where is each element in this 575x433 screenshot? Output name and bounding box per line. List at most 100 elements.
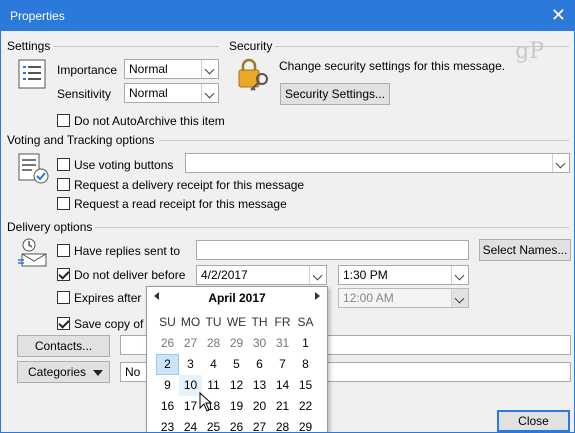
calendar-day[interactable]: 9 <box>156 375 179 396</box>
close-button[interactable]: Close <box>497 410 570 432</box>
calendar-day[interactable]: 23 <box>156 417 179 432</box>
delivery-heading: Delivery options <box>7 220 93 234</box>
calendar-day[interactable]: 3 <box>179 354 202 375</box>
calendar-weekday: FR <box>274 315 291 329</box>
voting-buttons-select[interactable] <box>185 153 570 173</box>
calendar-day[interactable]: 1 <box>294 333 317 354</box>
calendar-month-title: April 2017 <box>208 291 266 305</box>
deliver-before-checkbox[interactable] <box>57 268 70 281</box>
voting-tracking-icon <box>18 153 49 184</box>
use-voting-checkbox[interactable] <box>57 158 70 171</box>
calendar-day[interactable]: 7 <box>271 354 294 375</box>
calendar-weekday: TU <box>205 315 222 329</box>
calendar-day[interactable]: 28 <box>202 333 225 354</box>
calendar-day[interactable]: 4 <box>202 354 225 375</box>
expires-time-value: 12:00 AM <box>343 291 394 305</box>
read-receipt-label: Request a read receipt for this message <box>74 197 287 211</box>
deliver-time-select[interactable]: 1:30 PM <box>338 265 469 285</box>
settings-heading: Settings <box>7 39 51 53</box>
expires-checkbox[interactable] <box>57 291 70 304</box>
date-picker-calendar: April 2017 SU MO TU WE TH FR SA 26 27 28 29 30 31 1 2 3… <box>146 286 328 432</box>
autoarchive-label: Do not AutoArchive this item <box>74 114 225 128</box>
expires-time-select: 12:00 AM <box>338 288 469 308</box>
delivery-receipt-checkbox[interactable] <box>57 178 70 191</box>
replies-input[interactable] <box>196 240 469 260</box>
properties-dialog: Properties ✕ Settings Importance Normal … <box>0 0 575 433</box>
calendar-day[interactable]: 27 <box>179 333 202 354</box>
calendar-day[interactable]: 13 <box>248 375 271 396</box>
chevron-down-icon <box>552 154 569 172</box>
chevron-down-icon <box>451 266 468 284</box>
calendar-weekday: TH <box>251 315 268 329</box>
next-month-icon[interactable] <box>315 292 320 300</box>
chevron-down-icon <box>93 370 103 376</box>
divider <box>53 46 219 47</box>
title-bar: Properties ✕ <box>1 1 574 31</box>
save-copy-checkbox[interactable] <box>57 317 70 330</box>
calendar-weekday: SA <box>297 315 314 329</box>
calendar-day[interactable]: 5 <box>225 354 248 375</box>
calendar-day[interactable]: 28 <box>271 417 294 432</box>
settings-list-icon <box>18 59 46 89</box>
expires-label: Expires after <box>74 291 142 305</box>
security-heading: Security <box>229 39 273 53</box>
calendar-day[interactable]: 31 <box>271 333 294 354</box>
calendar-day[interactable]: 20 <box>248 396 271 417</box>
watermark-logo: gP <box>515 39 544 64</box>
calendar-day[interactable]: 22 <box>294 396 317 417</box>
calendar-grid: SU MO TU WE TH FR SA 26 27 28 29 30 31 1 2 3 4 5 6 7 8 9 10 11 1… <box>156 312 317 432</box>
sensitivity-select[interactable]: Normal <box>124 83 219 103</box>
deliver-date-value: 4/2/2017 <box>201 268 248 282</box>
importance-value: Normal <box>129 62 168 76</box>
security-description: Change security settings for this messag… <box>279 59 506 73</box>
calendar-day[interactable]: 26 <box>156 333 179 354</box>
calendar-day[interactable]: 6 <box>248 354 271 375</box>
select-names-button[interactable]: Select Names... <box>479 239 571 261</box>
calendar-day[interactable]: 19 <box>225 396 248 417</box>
calendar-day[interactable]: 29 <box>294 417 317 432</box>
calendar-day[interactable]: 2 <box>156 354 179 375</box>
divider <box>159 140 569 141</box>
calendar-day[interactable]: 27 <box>248 417 271 432</box>
calendar-header: April 2017 <box>147 287 327 309</box>
security-settings-button[interactable]: Security Settings... <box>280 83 390 105</box>
chevron-down-icon[interactable] <box>309 266 326 284</box>
contacts-button[interactable]: Contacts... <box>17 335 110 357</box>
close-icon[interactable]: ✕ <box>551 5 566 26</box>
calendar-day[interactable]: 16 <box>156 396 179 417</box>
mouse-cursor-icon <box>199 392 213 412</box>
calendar-day[interactable]: 26 <box>225 417 248 432</box>
importance-label: Importance <box>57 63 118 77</box>
sensitivity-value: Normal <box>129 86 168 100</box>
calendar-day[interactable]: 30 <box>248 333 271 354</box>
deliver-date-picker[interactable]: 4/2/2017 <box>196 265 327 285</box>
calendar-day[interactable]: 29 <box>225 333 248 354</box>
delivery-icon <box>18 238 47 267</box>
sensitivity-label: Sensitivity <box>57 87 112 101</box>
chevron-down-icon <box>201 84 218 102</box>
chevron-down-icon <box>451 289 468 307</box>
categories-label: Categories <box>28 365 87 379</box>
window-title: Properties <box>10 9 65 23</box>
autoarchive-checkbox[interactable] <box>57 114 70 127</box>
calendar-day[interactable]: 15 <box>294 375 317 396</box>
read-receipt-checkbox[interactable] <box>57 197 70 210</box>
calendar-day[interactable]: 14 <box>271 375 294 396</box>
calendar-day[interactable]: 25 <box>202 417 225 432</box>
calendar-day[interactable]: 24 <box>179 417 202 432</box>
calendar-day[interactable]: 8 <box>294 354 317 375</box>
delivery-receipt-label: Request a delivery receipt for this mess… <box>74 178 305 192</box>
use-voting-label: Use voting buttons <box>74 158 174 172</box>
importance-select[interactable]: Normal <box>124 59 219 79</box>
calendar-day[interactable]: 12 <box>225 375 248 396</box>
replies-label: Have replies sent to <box>74 244 181 258</box>
calendar-day[interactable]: 21 <box>271 396 294 417</box>
categories-button[interactable]: Categories <box>17 361 110 383</box>
calendar-weekday: MO <box>180 315 201 329</box>
deliver-time-value: 1:30 PM <box>343 268 388 282</box>
voting-heading: Voting and Tracking options <box>7 133 155 147</box>
chevron-down-icon <box>201 60 218 78</box>
divider <box>95 227 569 228</box>
replies-checkbox[interactable] <box>57 244 70 257</box>
calendar-weekday: SU <box>159 315 176 329</box>
